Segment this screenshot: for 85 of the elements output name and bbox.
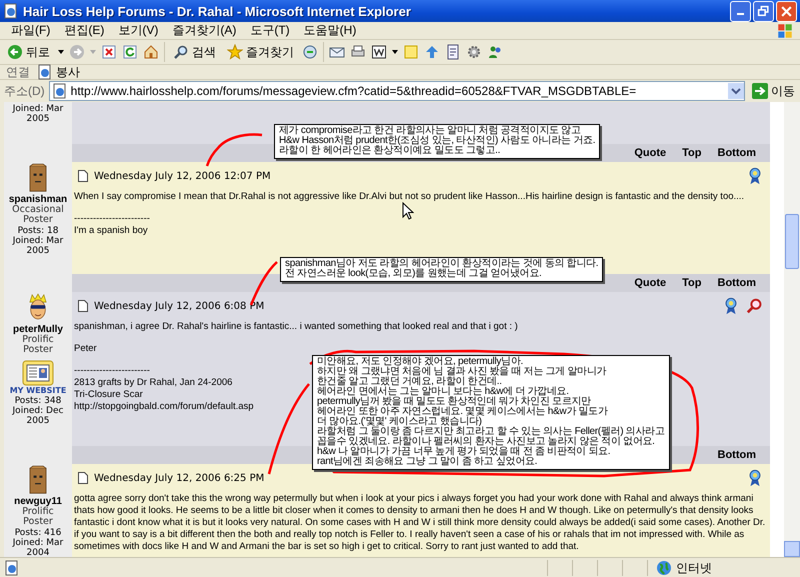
action-link[interactable]: Top xyxy=(682,277,702,289)
post-text: Peter xyxy=(74,343,97,355)
mouse-pointer-icon xyxy=(402,202,414,220)
user-rank: Prolific Poster xyxy=(22,507,54,527)
page-icon xyxy=(4,560,20,576)
refresh-icon[interactable] xyxy=(122,44,138,60)
caret-icon[interactable] xyxy=(392,50,398,54)
username[interactable]: newguy11 xyxy=(14,496,62,507)
translation-note: spanishman님아 저도 라할의 헤어라인이 환상적이라는 것에 동의 합니다. 전 자연스러운 look(모습, 외모)를 원했는데 그걸 얻어냈어요. xyxy=(280,257,604,282)
post-text: ------------------------ 2813 grafts by Dr Rahal, Jan 24-2006 Tri-Closure Scar http://stopgoingbald.com/forum/default.asp xyxy=(74,365,254,413)
action-link[interactable]: Top xyxy=(682,147,702,159)
go-button[interactable]: 이동 xyxy=(749,82,798,100)
action-link[interactable]: Quote xyxy=(634,277,666,289)
search-button[interactable]: 검색 xyxy=(170,42,219,62)
document-icon[interactable] xyxy=(445,44,461,60)
address-label: 주소(D) xyxy=(4,82,45,100)
post-date: Wednesday July 12, 2006 12:07 PM xyxy=(94,170,271,182)
arrow-icon[interactable] xyxy=(424,44,440,60)
media-icon[interactable] xyxy=(302,44,318,60)
scrollbar[interactable] xyxy=(784,102,800,557)
paper-bag-avatar-icon xyxy=(27,163,49,193)
gear-icon[interactable] xyxy=(466,44,482,60)
post-text: gotta agree sorry don't take this the wrong way petermully but when i look at your pics i always forget you had your work done with Rahal and always think armani thats how good it looks. He seems to be a little bit closer when it comes to density to armani then he does H and W though. Like on petermully's that density looks fantastic i dont know what it is but it looks very natural. On some cases with H and W i still think more density could always be added(i said some cases). Another Dr. if you want to say is a bit different then the both and really top notch is Feller to. I really haven't seen a case of his or rahals that im not impressed with. While as sometimes with docs like H and W and Armani the bar is set so high i get to critical. Sorry to rant just wanted to add that. xyxy=(74,493,766,553)
edit-icon[interactable] xyxy=(371,44,387,60)
links-label: 연결 xyxy=(6,64,30,80)
post-count: Posts: 348 xyxy=(14,396,62,406)
minimize-button[interactable] xyxy=(730,0,751,22)
menu-item[interactable]: 파일(F) xyxy=(4,22,58,39)
restore-button[interactable] xyxy=(753,0,774,22)
menu-item[interactable]: 보기(V) xyxy=(111,22,166,39)
browser-page-icon xyxy=(3,3,19,19)
window-title: Hair Loss Help Forums - Dr. Rahal - Microsoft Internet Explorer xyxy=(23,4,412,18)
page-icon xyxy=(52,83,68,99)
search-icon xyxy=(173,44,189,60)
post-text: spanishman, i agree Dr. Rahal's hairline is fantastic... i wanted something that looked real and that i got : ) xyxy=(74,321,518,333)
website-link[interactable]: MY WEBSITE xyxy=(10,386,66,395)
join-date: Joined: Mar 2004 xyxy=(11,538,64,557)
post-count: Posts: 18 xyxy=(16,226,60,236)
username[interactable]: peterMully xyxy=(12,324,63,335)
translation-note: 미안해요, 저도 인정해야 겠어요, petermully님아. 하지만 왜 그랬냐면 처음에 님 결과 사진 봤을 때 저는 그게 알마니가 한건줄 알고 그랬던 거예요, 라할이 한건데.. 헤어라인 면에서는 그는 알마니 보다는 h&w에 더 가깝네요. petermully님꺼 봤을 때 밀도도 환상적인데 뭐가 차인진 모르지만 헤어라인 또한 아주 자연스럽네요. 몇몇 케이스에서는 h&w가 밀도가 더 많아요.('몇몇' 케이스라고 했습니다) 라할처럼 그 둘이랑 좀 다르지만 최고라고 할 수 있는 의사는 Feller(펠러) 의사라고 꼽을수 있겠네요. 라할이나 펠러씨의 환자는 사진보고 놀라지 않은 적이 없어요. h&w 나 알마니가 가끔 너무 높게 평가 되었을 때 전 좀 비판적이 되요. rant님에겐 죄송해요 그냥 그 말이 좀 하고 싶었어요. xyxy=(312,355,670,470)
document-icon xyxy=(78,170,88,182)
caret-icon[interactable] xyxy=(58,50,64,54)
document-icon xyxy=(78,300,88,312)
star-icon xyxy=(227,44,243,60)
menu-item[interactable]: 편집(E) xyxy=(57,22,112,39)
home-icon[interactable] xyxy=(143,44,159,60)
join-date: Joined: Mar 2005 xyxy=(11,104,64,124)
action-link[interactable]: Bottom xyxy=(718,277,756,289)
scrollbar-thumb[interactable] xyxy=(785,214,799,269)
join-date: Joined: Dec 2005 xyxy=(11,406,64,426)
close-button[interactable] xyxy=(776,0,797,22)
back-button[interactable]: 뒤로 xyxy=(4,42,53,62)
pen-stroke xyxy=(206,133,262,166)
search-icon[interactable] xyxy=(746,297,764,315)
link-button[interactable]: 봉사 xyxy=(34,62,83,82)
action-link[interactable]: Quote xyxy=(634,147,666,159)
user-rank: Occasional Poster xyxy=(12,205,64,225)
dropdown-icon[interactable] xyxy=(728,83,744,99)
menu-item[interactable]: 도구(T) xyxy=(243,22,297,39)
restore-icon xyxy=(757,4,770,18)
security-zone: 인터넷 xyxy=(676,561,712,575)
globe-icon xyxy=(656,560,672,576)
address-field[interactable]: http://www.hairlosshelp.com/forums/messageview.cfm?catid=5&threadid=60528&FTVAR_MSGDBTABLE= xyxy=(48,81,745,101)
page-icon xyxy=(37,64,53,80)
website-icon[interactable] xyxy=(22,360,54,386)
action-link[interactable]: Bottom xyxy=(718,449,756,461)
action-link[interactable]: Bottom xyxy=(718,147,756,159)
post-date: Wednesday July 12, 2006 6:25 PM xyxy=(94,472,264,484)
document-icon xyxy=(78,472,88,484)
translation-note: 제가 compromise라고 한건 라할의사는 알마니 처럼 공격적이지도 않고 H&w Hasson처럼 prudent한(조심성 있는, 타산적인) 사람도 아니라는 거죠. 라할이 한 헤어라인은 환상적이예요 밀도도 그렇고.. xyxy=(274,124,600,159)
paper-bag-avatar-icon xyxy=(27,465,49,495)
user-rank: Prolific Poster xyxy=(22,335,54,355)
post-text: When I say compromise I mean that Dr.Rahal is not aggressive like Dr.Alvi but not so prudent like Hasson...His hairline design is fantastic and the density too.... xyxy=(74,191,744,203)
menu-item[interactable]: 즐겨찾기(A) xyxy=(165,22,244,39)
join-date: Joined: Mar 2005 xyxy=(11,236,64,256)
menu-item[interactable]: 도움말(H) xyxy=(296,22,364,39)
stop-icon[interactable] xyxy=(101,44,117,60)
post-text: ------------------------ I'm a spanish boy xyxy=(74,213,150,237)
favorites-button[interactable]: 즐겨찾기 xyxy=(224,42,297,62)
flag-logo-icon xyxy=(776,22,794,40)
post-count: Posts: 416 xyxy=(14,528,62,538)
minimize-icon xyxy=(737,12,744,14)
people-icon[interactable] xyxy=(487,44,503,60)
username[interactable]: spanishman xyxy=(8,194,68,205)
close-icon xyxy=(780,4,793,18)
